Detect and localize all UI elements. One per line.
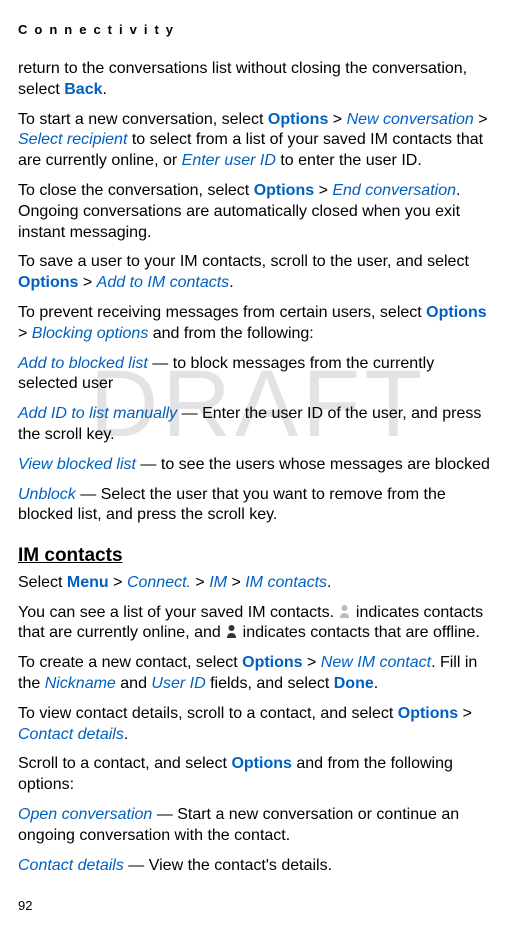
page-number: 92	[18, 898, 32, 913]
text: To view contact details, scroll to a con…	[18, 705, 398, 722]
text: — Select the user that you want to remov…	[18, 486, 446, 524]
paragraph: Scroll to a contact, and select Options …	[18, 754, 498, 796]
paragraph: return to the conversations list without…	[18, 59, 498, 101]
sep: >	[78, 274, 96, 291]
ui-view-blocked-list: View blocked list	[18, 456, 136, 473]
paragraph: Add ID to list manually — Enter the user…	[18, 404, 498, 446]
paragraph: View blocked list — to see the users who…	[18, 455, 498, 476]
text: .	[229, 274, 233, 291]
sep: >	[314, 182, 332, 199]
ui-add-to-im-contacts: Add to IM contacts	[97, 274, 230, 291]
text: To prevent receiving messages from certa…	[18, 304, 426, 321]
ui-nickname: Nickname	[45, 675, 116, 692]
ui-add-id-manually: Add ID to list manually	[18, 405, 177, 422]
text: and from the following:	[148, 325, 313, 342]
ui-back: Back	[64, 81, 102, 98]
sep: >	[109, 574, 127, 591]
paragraph: To close the conversation, select Option…	[18, 181, 498, 243]
text: fields, and select	[206, 675, 334, 692]
sep: >	[227, 574, 245, 591]
text: To save a user to your IM contacts, scro…	[18, 253, 469, 270]
ui-blocking-options: Blocking options	[32, 325, 149, 342]
paragraph: Select Menu > Connect. > IM > IM contact…	[18, 573, 498, 594]
text: and	[116, 675, 152, 692]
im-contacts-heading: IM contacts	[18, 544, 498, 569]
paragraph: To start a new conversation, select Opti…	[18, 110, 498, 172]
paragraph: Add to blocked list — to block messages …	[18, 354, 498, 396]
text: .	[327, 574, 331, 591]
ui-connect: Connect.	[127, 574, 191, 591]
ui-select-recipient: Select recipient	[18, 131, 127, 148]
text: — View the contact's details.	[124, 857, 332, 874]
sep: >	[191, 574, 209, 591]
ui-options: Options	[242, 654, 302, 671]
sep: >	[458, 705, 472, 722]
text: To create a new contact, select	[18, 654, 242, 671]
text: to enter the user ID.	[276, 152, 422, 169]
paragraph: To save a user to your IM contacts, scro…	[18, 252, 498, 294]
sep: >	[18, 325, 32, 342]
ui-im-contacts: IM contacts	[245, 574, 327, 591]
text: You can see a list of your saved IM cont…	[18, 604, 338, 621]
text: .	[124, 726, 128, 743]
paragraph: To create a new contact, select Options …	[18, 653, 498, 695]
sep: >	[303, 654, 321, 671]
body-text: return to the conversations list without…	[18, 59, 498, 876]
ui-menu: Menu	[67, 574, 109, 591]
paragraph: You can see a list of your saved IM cont…	[18, 603, 498, 645]
ui-options: Options	[18, 274, 78, 291]
ui-options: Options	[398, 705, 458, 722]
text: — to see the users whose messages are bl…	[136, 456, 490, 473]
paragraph: To view contact details, scroll to a con…	[18, 704, 498, 746]
ui-options: Options	[268, 111, 328, 128]
contact-online-icon	[338, 604, 351, 619]
ui-new-im-contact: New IM contact	[321, 654, 431, 671]
ui-contact-details: Contact details	[18, 857, 124, 874]
sep: >	[474, 111, 488, 128]
text: To close the conversation, select	[18, 182, 254, 199]
text: To start a new conversation, select	[18, 111, 268, 128]
ui-contact-details: Contact details	[18, 726, 124, 743]
contact-offline-icon	[225, 624, 238, 639]
paragraph: Open conversation — Start a new conversa…	[18, 805, 498, 847]
ui-options: Options	[254, 182, 314, 199]
ui-user-id: User ID	[151, 675, 205, 692]
text: .	[103, 81, 107, 98]
text: Scroll to a contact, and select	[18, 755, 231, 772]
ui-end-conversation: End conversation	[332, 182, 456, 199]
ui-im: IM	[209, 574, 227, 591]
ui-unblock: Unblock	[18, 486, 76, 503]
ui-new-conversation: New conversation	[347, 111, 474, 128]
ui-add-to-blocked-list: Add to blocked list	[18, 355, 148, 372]
ui-done: Done	[334, 675, 374, 692]
ui-open-conversation: Open conversation	[18, 806, 152, 823]
paragraph: Unblock — Select the user that you want …	[18, 485, 498, 527]
text: indicates contacts that are offline.	[238, 624, 480, 641]
ui-options: Options	[426, 304, 486, 321]
page-content: Connectivity return to the conversations…	[18, 22, 498, 876]
paragraph: Contact details — View the contact's det…	[18, 856, 498, 877]
text: .	[374, 675, 378, 692]
ui-options: Options	[231, 755, 291, 772]
section-header: Connectivity	[18, 22, 498, 37]
text: Select	[18, 574, 67, 591]
ui-enter-user-id: Enter user ID	[182, 152, 276, 169]
paragraph: To prevent receiving messages from certa…	[18, 303, 498, 345]
sep: >	[328, 111, 346, 128]
